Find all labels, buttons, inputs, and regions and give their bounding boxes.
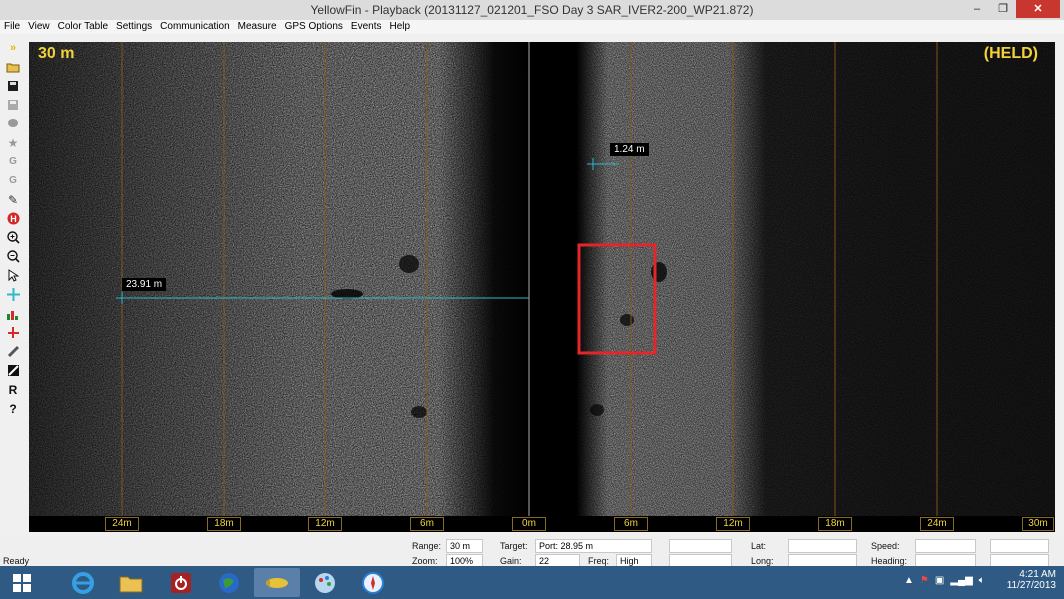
menu-bar: File View Color Table Settings Communica… — [0, 20, 1064, 34]
empty-status-field — [669, 539, 732, 553]
ruler-icon[interactable] — [2, 342, 24, 361]
globe-app-icon[interactable] — [206, 568, 252, 597]
h-marker-icon[interactable]: H — [2, 209, 24, 228]
clock-time: 4:21 AM — [1019, 569, 1056, 580]
menu-view[interactable]: View — [24, 20, 54, 34]
menu-measure[interactable]: Measure — [234, 20, 281, 34]
held-label: (HELD) — [983, 45, 1038, 62]
scale-tick: 12m — [716, 517, 750, 531]
menu-events[interactable]: Events — [347, 20, 386, 34]
empty-status-field — [990, 539, 1049, 553]
menu-file[interactable]: File — [0, 20, 24, 34]
zoom-field-label: Zoom: — [412, 556, 438, 566]
sonar-image — [29, 42, 1055, 532]
scale-tick: 0m — [512, 517, 546, 531]
window-title: YellowFin - Playback (20131127_021201_FS… — [310, 3, 754, 17]
freq-field-label: Freq: — [588, 556, 610, 566]
grid-g-icon[interactable]: G — [2, 152, 24, 171]
minimize-button[interactable]: – — [964, 0, 990, 18]
ready-status: Ready — [3, 556, 30, 566]
scale-tick: 18m — [818, 517, 852, 531]
t-marker-icon[interactable] — [2, 323, 24, 342]
range-label: 30 m — [38, 45, 75, 62]
star-icon[interactable]: ★ — [2, 133, 24, 152]
target-value: Port: 28.95 m — [535, 539, 652, 553]
range-scale: 24m 18m 12m 6m 0m 6m 12m 18m 24m 30m — [29, 517, 1055, 531]
compass-app-icon[interactable] — [350, 568, 396, 597]
power-app-icon[interactable] — [158, 568, 204, 597]
paint-app-icon[interactable] — [302, 568, 348, 597]
volume-icon[interactable]: 🔈︎ — [979, 575, 985, 586]
scale-tick: 24m — [920, 517, 954, 531]
window-controls: – ❐ ✕ — [964, 0, 1060, 18]
left-toolbar: » ★ G G ✎ H R ? — [0, 38, 26, 528]
chevron-up-icon[interactable]: ▲ — [904, 575, 914, 586]
measure-left-label: 23.91 m — [122, 278, 167, 291]
lat-value — [788, 539, 857, 553]
measure-right-label: 1.24 m — [610, 143, 649, 156]
menu-communication[interactable]: Communication — [156, 20, 233, 34]
save-disabled-icon[interactable] — [2, 95, 24, 114]
folder-open-icon[interactable] — [2, 57, 24, 76]
scale-tick: 6m — [410, 517, 444, 531]
zoom-in-icon[interactable] — [2, 228, 24, 247]
target-field-label: Target: — [500, 541, 528, 551]
system-tray: ▲ ⚑ ▣ ▂▄▆ 🔈︎ — [904, 575, 985, 586]
start-icon[interactable] — [0, 568, 44, 597]
speed-value — [915, 539, 976, 553]
close-button[interactable]: ✕ — [1016, 0, 1060, 18]
zoom-out-icon[interactable] — [2, 247, 24, 266]
crosshair-icon[interactable] — [2, 285, 24, 304]
menu-gps-options[interactable]: GPS Options — [281, 20, 347, 34]
clock-date: 11/27/2013 — [1006, 580, 1056, 591]
scale-tick: 12m — [308, 517, 342, 531]
gain-field-label: Gain: — [500, 556, 522, 566]
bar-chart-icon[interactable] — [2, 304, 24, 323]
help-icon[interactable]: ? — [2, 399, 24, 418]
taskbar: ▲ ⚑ ▣ ▂▄▆ 🔈︎ 4:21 AM 11/27/2013 — [0, 566, 1064, 599]
heading-field-label: Heading: — [871, 556, 908, 566]
scale-tick: 24m — [105, 517, 139, 531]
speed-field-label: Speed: — [871, 541, 900, 551]
menu-settings[interactable]: Settings — [112, 20, 156, 34]
color-table-icon[interactable] — [2, 361, 24, 380]
grid-g2-icon[interactable]: G — [2, 171, 24, 190]
notification-icon[interactable]: ⚑ — [920, 575, 929, 586]
waypoint-icon[interactable] — [2, 114, 24, 133]
network-icon[interactable]: ▣ — [935, 575, 944, 586]
menu-help[interactable]: Help — [386, 20, 415, 34]
scale-tick: 6m — [614, 517, 648, 531]
scale-tick: 30m — [1022, 517, 1054, 531]
scale-tick: 18m — [207, 517, 241, 531]
range-value: 30 m — [446, 539, 483, 553]
sonar-display[interactable]: 30 m (HELD) 23.91 m 1.24 m 24m 18m 12m 6… — [29, 42, 1055, 532]
ie-icon[interactable] — [60, 568, 106, 597]
title-bar: YellowFin - Playback (20131127_021201_FS… — [0, 0, 1064, 21]
r-icon[interactable]: R — [2, 380, 24, 399]
long-field-label: Long: — [751, 556, 774, 566]
explorer-icon[interactable] — [108, 568, 154, 597]
lat-field-label: Lat: — [751, 541, 767, 551]
svg-text:H: H — [10, 214, 16, 224]
pencil-icon[interactable]: ✎ — [2, 190, 24, 209]
yellowfin-app-icon[interactable] — [254, 568, 300, 597]
range-field-label: Range: — [412, 541, 442, 551]
status-bar: Ready Range: 30 m Zoom: 100% Target: Por… — [0, 536, 1064, 568]
restore-button[interactable]: ❐ — [990, 0, 1016, 18]
save-icon[interactable] — [2, 76, 24, 95]
pointer-icon[interactable] — [2, 266, 24, 285]
menu-color-table[interactable]: Color Table — [54, 20, 112, 34]
chevrons-icon[interactable]: » — [2, 38, 24, 57]
signal-icon[interactable]: ▂▄▆ — [950, 575, 972, 586]
clock[interactable]: 4:21 AM 11/27/2013 — [1007, 569, 1056, 591]
